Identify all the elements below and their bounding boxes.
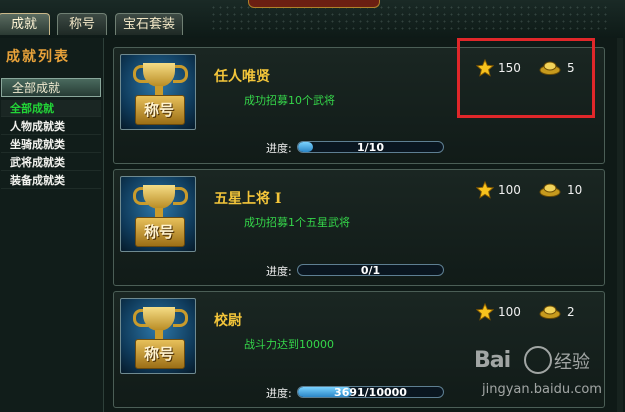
gold-reward: 10	[539, 181, 582, 199]
tab-achievements[interactable]: 成就	[0, 13, 50, 35]
trophy-badge-icon: 称号	[120, 298, 196, 374]
progress-bar: 0/1	[297, 264, 444, 276]
progress-label: 进度:	[266, 142, 292, 155]
watermark-brand: Bai	[474, 348, 511, 373]
window-ornament	[248, 0, 380, 8]
background-pattern	[210, 4, 610, 32]
achievement-card: 称号 五星上将 I 成功招募1个五星武将 100 10 进度: 0/1	[113, 169, 605, 286]
gold-ingot-icon	[539, 183, 561, 197]
tab-titles[interactable]: 称号	[57, 13, 107, 35]
watermark-brand-cn: 经验	[554, 352, 590, 373]
achievement-description: 成功招募1个五星武将	[244, 216, 350, 229]
progress-text: 3691/10000	[334, 386, 407, 398]
achievement-title: 任人唯贤	[214, 69, 270, 85]
achievement-title: 五星上将 I	[214, 191, 282, 207]
trophy-badge-icon: 称号	[120, 176, 196, 252]
gold-count: 10	[567, 183, 583, 197]
trophy-badge-icon: 称号	[120, 54, 196, 130]
badge-text: 称号	[143, 101, 174, 119]
gold-reward: 2	[539, 303, 575, 321]
sidebar: 成就列表 全部成就 全部成就 人物成就类 坐骑成就类 武将成就类 装备成就类	[0, 38, 104, 412]
progress-label: 进度:	[266, 265, 292, 278]
progress-bar: 1/10	[297, 141, 444, 153]
sidebar-title: 成就列表	[6, 49, 70, 65]
star-reward: 100	[476, 181, 521, 199]
sidebar-item-all[interactable]: 全部成就	[1, 100, 101, 117]
star-reward: 100	[476, 303, 521, 321]
category-header-all[interactable]: 全部成就	[1, 78, 101, 97]
star-count: 100	[498, 305, 521, 319]
sidebar-item-character[interactable]: 人物成就类	[1, 118, 101, 135]
star-icon	[476, 303, 494, 321]
tab-gem-sets[interactable]: 宝石套装	[115, 13, 183, 35]
badge-text: 称号	[143, 345, 174, 363]
sidebar-item-mount[interactable]: 坐骑成就类	[1, 136, 101, 153]
progress-text: 0/1	[360, 264, 381, 276]
gold-count: 2	[567, 305, 575, 319]
achievement-description: 成功招募10个武将	[244, 94, 335, 107]
annotation-highlight-box	[457, 38, 595, 118]
star-icon	[476, 181, 494, 199]
watermark-url: jingyan.baidu.com	[482, 382, 602, 397]
watermark: Bai 经验 jingyan.baidu.com	[474, 346, 622, 408]
badge-text: 称号	[143, 223, 174, 241]
achievement-description: 战斗力达到10000	[244, 338, 334, 351]
star-count: 100	[498, 183, 521, 197]
progress-text: 1/10	[357, 141, 384, 153]
sidebar-item-general[interactable]: 武将成就类	[1, 154, 101, 171]
paw-logo-icon	[524, 346, 552, 374]
sidebar-item-equipment[interactable]: 装备成就类	[1, 172, 101, 189]
gold-ingot-icon	[539, 305, 561, 319]
achievement-title: 校尉	[214, 313, 242, 329]
progress-label: 进度:	[266, 387, 292, 400]
progress-bar: 3691/10000	[297, 386, 444, 398]
